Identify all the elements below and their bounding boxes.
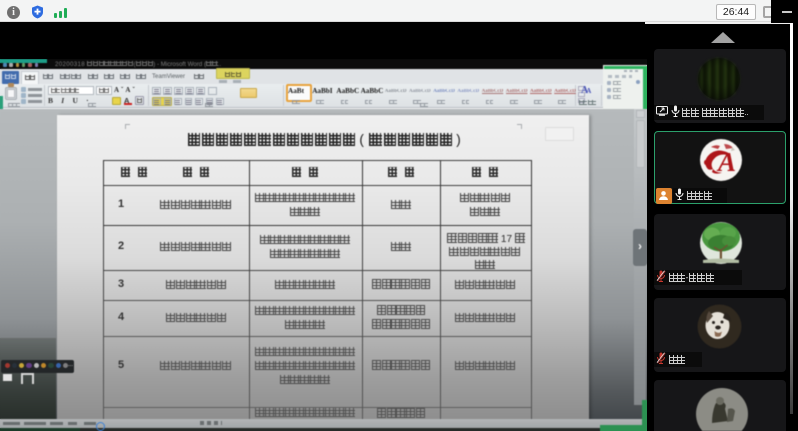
- svg-text:A: A: [716, 147, 736, 177]
